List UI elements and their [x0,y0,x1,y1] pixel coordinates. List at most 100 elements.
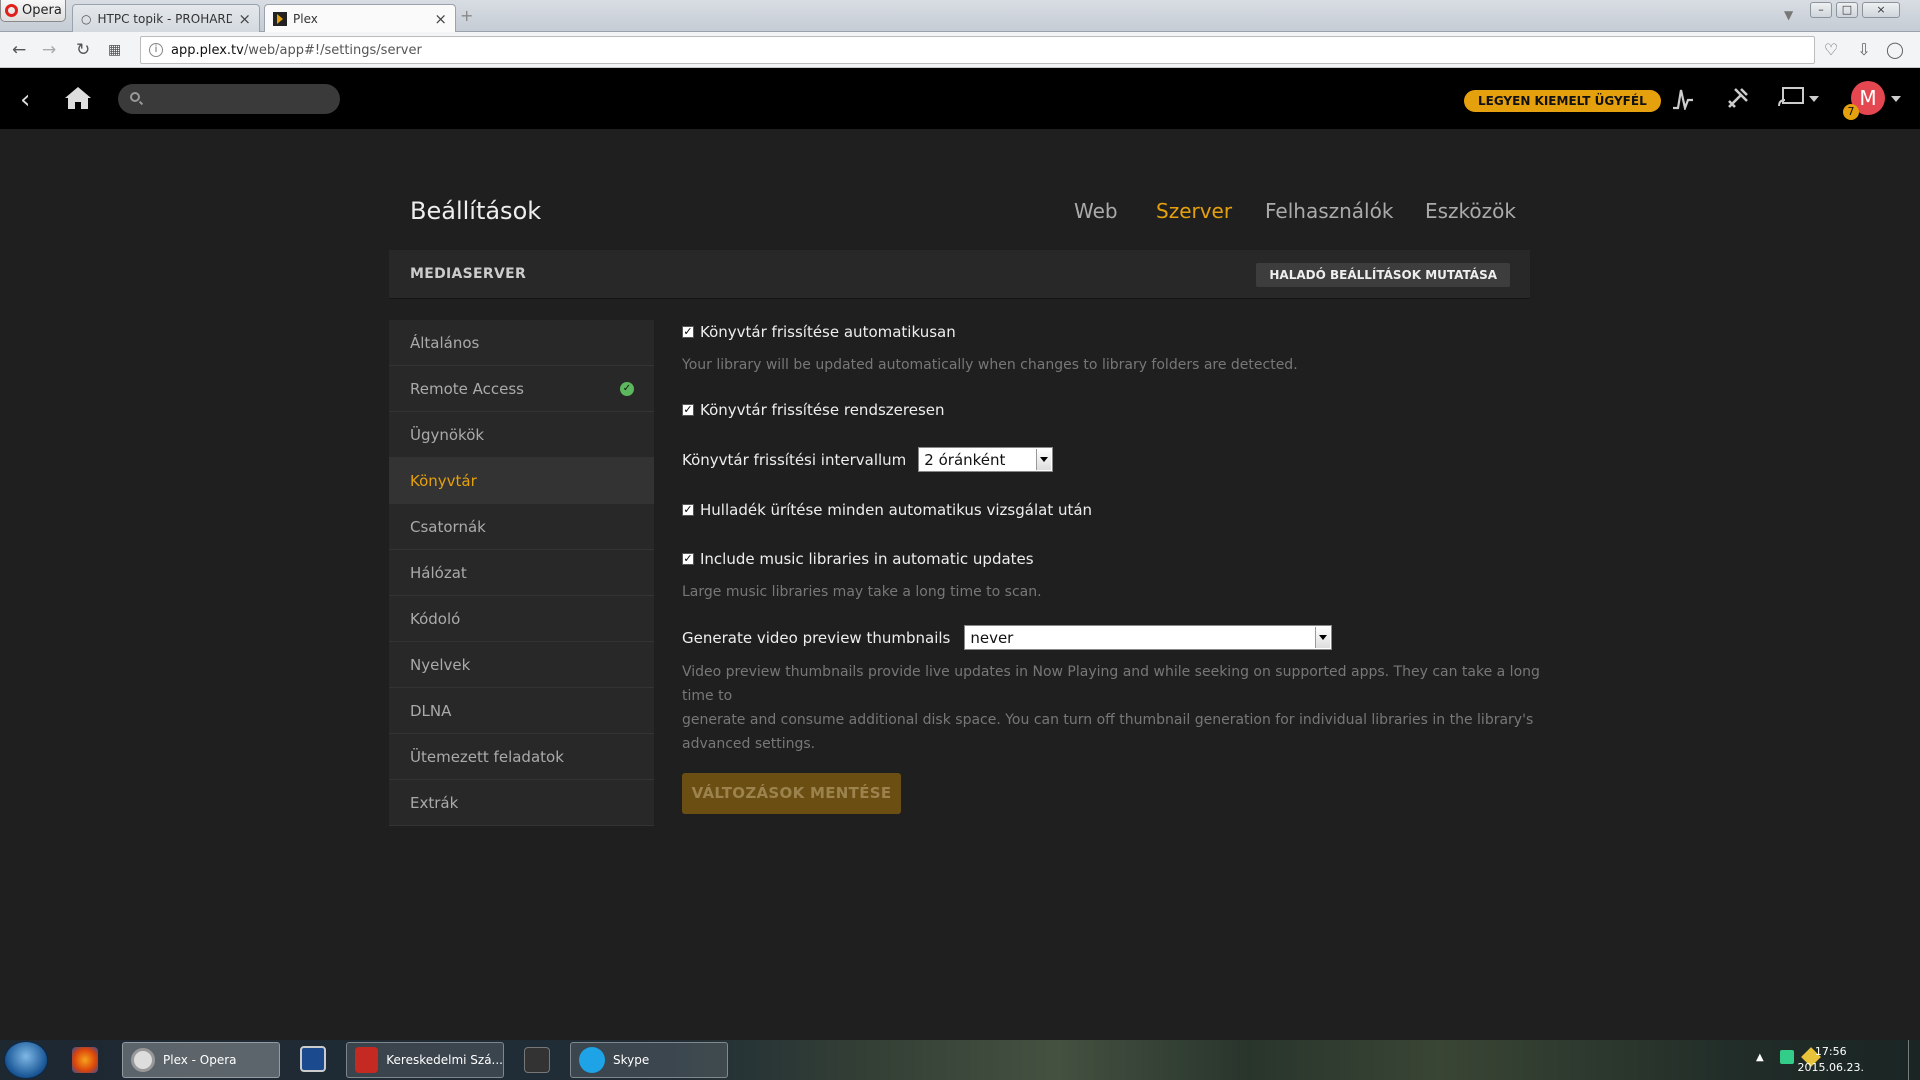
maximize-icon[interactable]: □ [1836,2,1858,18]
account-icon[interactable]: ◯ [1886,41,1904,59]
thumbnails-label: Generate video preview thumbnails [682,628,951,647]
chevron-down-icon [1036,449,1052,470]
sidebar-item-transcoder[interactable]: Kódoló [389,596,654,642]
tab-users[interactable]: Felhasználók [1265,199,1393,223]
cast-icon[interactable] [1778,86,1804,114]
sidebar-item-label: Kódoló [410,609,461,628]
tray-network-icon[interactable] [1780,1050,1794,1064]
sidebar-item-label: Nyelvek [410,655,471,674]
save-changes-button[interactable]: VÁLTOZÁSOK MENTÉSE [682,773,901,814]
interval-select[interactable]: 2 óránként [918,447,1054,472]
cast-dropdown-caret-icon[interactable] [1809,96,1819,102]
sidebar-item-scheduled-tasks[interactable]: Ütemezett feladatok [389,734,654,780]
sidebar-item-label: Könyvtár [410,471,477,490]
back-arrow-icon[interactable]: ← [12,40,26,60]
save-disk-icon[interactable] [300,1046,326,1072]
taskbar-item-label: Kereskedelmi Szá... [386,1053,503,1067]
tab-title: HTPC topik - PROHARDVE [97,11,233,26]
url-input[interactable]: i app.plex.tv/web/app#!/settings/server [140,36,1815,64]
empty-trash-checkbox[interactable]: ✓ [682,504,694,516]
tab-menu-icon[interactable]: ▼ [1784,8,1793,22]
close-tab-icon[interactable]: × [434,10,447,28]
sidebar-item-general[interactable]: Általános [389,320,654,366]
show-desktop-button[interactable] [1908,1040,1920,1080]
sidebar-item-dlna[interactable]: DLNA [389,688,654,734]
settings-tools-icon[interactable] [1726,86,1750,116]
firefox-icon[interactable] [72,1047,98,1073]
heart-icon[interactable]: ♡ [1822,41,1840,59]
search-icon [130,92,140,102]
close-window-icon[interactable]: × [1862,2,1900,18]
sidebar-item-agents[interactable]: Ügynökök [389,412,654,458]
home-icon[interactable] [64,85,92,115]
sidebar-item-network[interactable]: Hálózat [389,550,654,596]
thumbnails-help-line: advanced settings. [682,736,816,752]
auto-update-checkbox[interactable]: ✓ [682,326,694,338]
url-host: app.plex.tv [171,42,244,58]
speed-dial-icon[interactable]: ▦ [108,42,121,58]
tray-expand-icon[interactable]: ▲ [1756,1052,1764,1063]
tab-devices[interactable]: Eszközök [1425,199,1516,223]
new-tab-icon[interactable]: + [460,6,473,25]
chevron-down-icon [1315,627,1331,648]
section-header: MEDIASERVER HALADÓ BEÁLLÍTÁSOK MUTATÁSA [389,250,1530,299]
taskbar-item-opera[interactable]: Plex - Opera [122,1042,280,1078]
media-player-icon[interactable] [524,1047,550,1073]
thumbnails-select[interactable]: never [964,625,1333,650]
notification-badge: 7 [1843,104,1859,120]
sidebar-item-label: Ügynökök [410,425,485,444]
music-libraries-option: ✓ Include music libraries in automatic u… [682,550,1034,568]
sidebar-item-channels[interactable]: Csatornák [389,504,654,550]
skype-icon [579,1047,605,1073]
opera-logo-icon [5,4,18,17]
sidebar-item-languages[interactable]: Nyelvek [389,642,654,688]
tab-server[interactable]: Szerver [1156,199,1232,223]
music-libraries-checkbox[interactable]: ✓ [682,553,694,565]
browser-tab-htpc[interactable]: ○ HTPC topik - PROHARDVE × [72,4,260,32]
sidebar-item-library[interactable]: Könyvtár [389,458,654,504]
clock-date: 2015.06.23. [1797,1061,1864,1074]
back-chevron-icon[interactable]: ‹ [20,85,30,115]
show-advanced-button[interactable]: HALADÓ BEÁLLÍTÁSOK MUTATÁSA [1256,263,1510,287]
minimize-icon[interactable]: – [1810,2,1832,18]
browser-address-bar: ← → ↻ ▦ i app.plex.tv/web/app#!/settings… [0,32,1920,68]
activity-icon[interactable] [1672,86,1694,116]
thumbnails-help-line: generate and consume additional disk spa… [682,712,1534,728]
empty-trash-option: ✓ Hulladék ürítése minden automatikus vi… [682,501,1092,519]
reload-icon[interactable]: ↻ [76,40,90,60]
settings-sidebar: Általános Remote Access ✓ Ügynökök Könyvt… [389,320,654,826]
taskbar-clock[interactable]: 17:56 2015.06.23. [1798,1044,1864,1076]
taskbar-item-label: Skype [613,1053,650,1067]
clock-time: 17:56 [1814,1045,1847,1058]
sidebar-item-remote-access[interactable]: Remote Access ✓ [389,366,654,412]
taskbar-item-label: Plex - Opera [163,1053,237,1067]
search-input[interactable] [118,84,340,114]
auto-update-option: ✓ Könyvtár frissítése automatikusan [682,323,956,341]
pdf-document-icon [355,1047,379,1073]
user-dropdown-caret-icon[interactable] [1891,96,1901,102]
thumbnails-option: Generate video preview thumbnails never [682,625,1333,650]
close-tab-icon[interactable]: × [238,10,251,28]
taskbar-item-document[interactable]: Kereskedelmi Szá... [346,1042,504,1078]
download-icon[interactable]: ⇩ [1855,41,1873,59]
sidebar-item-label: Remote Access [410,379,524,398]
auto-update-help: Your library will be updated automatical… [682,357,1298,373]
browser-tab-plex[interactable]: Plex × [264,4,456,33]
start-button[interactable] [4,1041,48,1079]
tab-web[interactable]: Web [1074,199,1118,223]
browser-tab-bar: Opera ○ HTPC topik - PROHARDVE × Plex × … [0,0,1920,33]
forward-arrow-icon[interactable]: → [42,40,56,60]
auto-update-label: Könyvtár frissítése automatikusan [700,323,956,341]
tab-title: Plex [293,12,318,26]
periodic-update-checkbox[interactable]: ✓ [682,404,694,416]
go-premium-button[interactable]: LEGYEN KIEMELT ÜGYFÉL [1464,90,1661,112]
taskbar-item-skype[interactable]: Skype [570,1042,728,1078]
thumbnails-value: never [970,628,1014,647]
site-info-icon[interactable]: i [149,43,163,57]
sidebar-item-extras[interactable]: Extrák [389,780,654,826]
sidebar-item-label: DLNA [410,701,452,720]
opera-menu-button[interactable]: Opera [0,0,66,22]
thumbnails-help: Video preview thumbnails provide live up… [682,660,1542,756]
interval-value: 2 óránként [924,450,1006,469]
url-path: /web/app#!/settings/server [243,42,422,58]
